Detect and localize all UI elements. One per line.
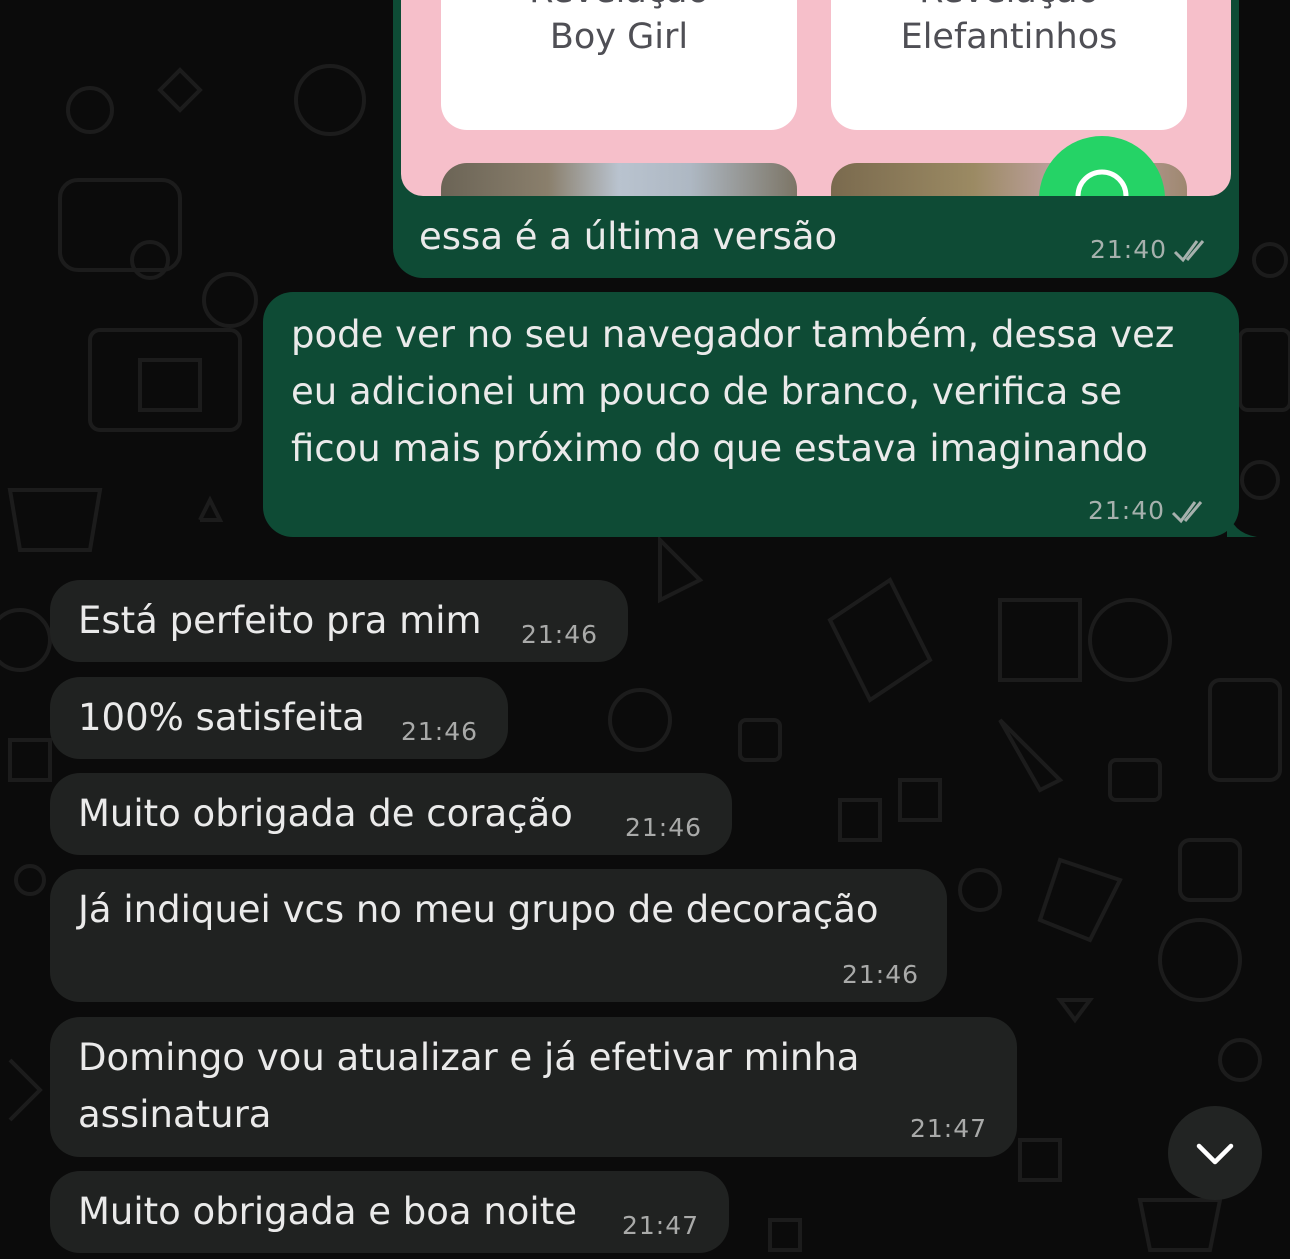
message-meta: 21:46 [401,717,478,747]
message-text: Está perfeito pra mim [78,599,482,642]
preview-card-boy-girl[interactable]: Revelação Boy Girl [441,0,797,130]
message-text: 100% satisfeita [78,696,365,739]
incoming-message[interactable]: 100% satisfeita 21:46 [50,677,508,759]
message-line: assinatura [78,1093,272,1136]
message-line: eu adicionei um pouco de branco, verific… [291,370,1123,413]
preview-photo-left [441,163,797,196]
message-time: 21:46 [841,960,919,989]
double-check-icon [1173,240,1205,263]
incoming-message[interactable]: Já indiquei vcs no meu grupo de decoraçã… [50,869,947,1002]
message-meta: 21:40 [1090,235,1213,265]
chat-view: Revelação Boy Girl Revelação Elefantinho… [0,0,1290,1259]
message-time: 21:46 [624,813,702,842]
chevron-down-icon [1196,1143,1234,1165]
message-meta: 21:47 [622,1211,699,1241]
message-text: essa é a última versão [419,215,838,258]
message-meta: 21:46 [521,620,598,650]
outgoing-message-preview[interactable]: Revelação Boy Girl Revelação Elefantinho… [393,0,1239,278]
scroll-to-bottom-button[interactable] [1168,1106,1262,1200]
message-time: 21:47 [621,1211,699,1240]
whatsapp-icon[interactable] [1039,136,1165,196]
preview-card-subtitle: Boy Girl [549,17,689,57]
link-preview[interactable]: Revelação Boy Girl Revelação Elefantinho… [401,0,1231,196]
incoming-message[interactable]: Muito obrigada de coração 21:46 [50,773,732,855]
message-time: 21:46 [520,620,598,649]
incoming-message[interactable]: Domingo vou atualizar e já efetivar minh… [50,1017,1017,1157]
message-meta: 21:47 [910,1114,987,1144]
message-line: Domingo vou atualizar e já efetivar minh… [78,1036,860,1079]
incoming-message[interactable]: Está perfeito pra mim 21:46 [50,580,628,662]
message-meta: 21:46 [842,960,919,990]
message-time: 21:46 [400,717,478,746]
message-line: pode ver no seu navegador também, dessa … [291,313,1175,356]
message-time: 21:40 [1087,496,1165,525]
preview-card-elefantinhos[interactable]: Revelação Elefantinhos [831,0,1187,130]
message-time: 21:47 [909,1114,987,1143]
double-check-icon [1171,501,1203,524]
message-line: ficou mais próximo do que estava imagina… [291,427,1148,470]
message-text: Muito obrigada e boa noite [78,1190,577,1233]
bubble-tail [1227,507,1257,537]
outgoing-message[interactable]: pode ver no seu navegador também, dessa … [263,292,1257,537]
message-meta: 21:40 [1088,496,1211,526]
message-meta: 21:46 [625,813,702,843]
message-text: Já indiquei vcs no meu grupo de decoraçã… [78,888,879,931]
message-text: Muito obrigada de coração [78,792,573,835]
preview-card-subtitle: Elefantinhos [900,17,1118,57]
incoming-message[interactable]: Muito obrigada e boa noite 21:47 [50,1171,729,1253]
message-time: 21:40 [1089,235,1167,264]
